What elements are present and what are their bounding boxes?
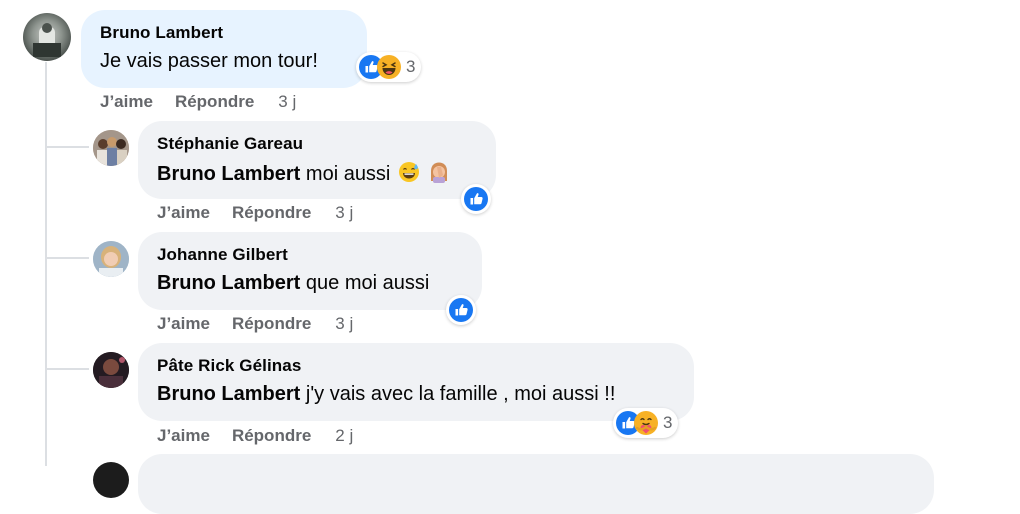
avatar-photo-icon: [93, 130, 129, 166]
comment-bubble: [138, 232, 482, 310]
comment-text: Bruno Lambert que moi aussi: [157, 272, 429, 295]
reactions-summary[interactable]: 3: [613, 408, 679, 438]
comment-body: j'y vais avec la famille , moi aussi !!: [305, 383, 616, 405]
comment-timestamp[interactable]: 3 j: [335, 203, 353, 222]
reply-button[interactable]: Répondre: [175, 92, 254, 111]
reactions-summary[interactable]: [446, 295, 476, 325]
avatar-photo-icon: [93, 241, 129, 277]
avatar[interactable]: [23, 13, 71, 61]
reactions-summary[interactable]: [461, 184, 491, 214]
comment-author[interactable]: Bruno Lambert: [100, 23, 223, 43]
avatar-photo-icon: [93, 352, 129, 388]
comment-actions: J’aime Répondre 3 j: [100, 92, 318, 112]
comment-body: que moi aussi: [305, 272, 430, 294]
avatar-photo-icon: [33, 23, 61, 57]
thread-connector-3: [45, 368, 89, 370]
haha-icon: [377, 55, 401, 79]
comment-timestamp[interactable]: 2 j: [335, 426, 353, 445]
comment-actions: J’aime Répondre 3 j: [157, 314, 375, 334]
facepalm-emoji: [430, 162, 447, 183]
reply-button[interactable]: Répondre: [232, 203, 311, 222]
comment-bubble: [81, 10, 367, 88]
thread-connector-2: [45, 257, 89, 259]
like-button[interactable]: J’aime: [157, 426, 210, 445]
comment-body: moi aussi: [305, 163, 391, 185]
like-icon: [464, 187, 488, 211]
thread-line-vertical: [45, 62, 47, 466]
comment-bubble-next: [138, 454, 934, 514]
comment-text: Bruno Lambert j'y vais avec la famille ,…: [157, 383, 615, 406]
thread-connector-1: [45, 146, 89, 148]
comment-actions: J’aime Répondre 3 j: [157, 203, 375, 223]
mention-link[interactable]: Bruno Lambert: [157, 383, 300, 405]
comment-bubble: [138, 121, 496, 199]
comment-author[interactable]: Johanne Gilbert: [157, 245, 288, 265]
reply-button[interactable]: Répondre: [232, 426, 311, 445]
comment-bubble: [138, 343, 694, 421]
mention-link[interactable]: Bruno Lambert: [157, 163, 300, 185]
comment-author[interactable]: Stéphanie Gareau: [157, 134, 303, 154]
avatar[interactable]: [93, 241, 129, 277]
reaction-count: 3: [663, 413, 673, 432]
mention-link[interactable]: Bruno Lambert: [157, 272, 300, 294]
reactions-summary[interactable]: 3: [356, 52, 422, 82]
like-button[interactable]: J’aime: [157, 314, 210, 333]
avatar-next-comment[interactable]: [93, 462, 129, 498]
comment-timestamp[interactable]: 3 j: [278, 92, 296, 111]
like-button[interactable]: J’aime: [157, 203, 210, 222]
comment-text: Je vais passer mon tour!: [100, 50, 318, 72]
comment-timestamp[interactable]: 3 j: [335, 314, 353, 333]
comment-actions: J’aime Répondre 2 j: [157, 426, 375, 446]
comment-author[interactable]: Pâte Rick Gélinas: [157, 356, 301, 376]
like-icon: [449, 298, 473, 322]
care-icon: [634, 411, 658, 435]
comment-text: Bruno Lambert moi aussi: [157, 161, 450, 186]
grinning-sweat-emoji: [398, 162, 419, 182]
reply-button[interactable]: Répondre: [232, 314, 311, 333]
reaction-count: 3: [406, 57, 416, 76]
avatar[interactable]: [93, 130, 129, 166]
like-button[interactable]: J’aime: [100, 92, 153, 111]
avatar[interactable]: [93, 352, 129, 388]
